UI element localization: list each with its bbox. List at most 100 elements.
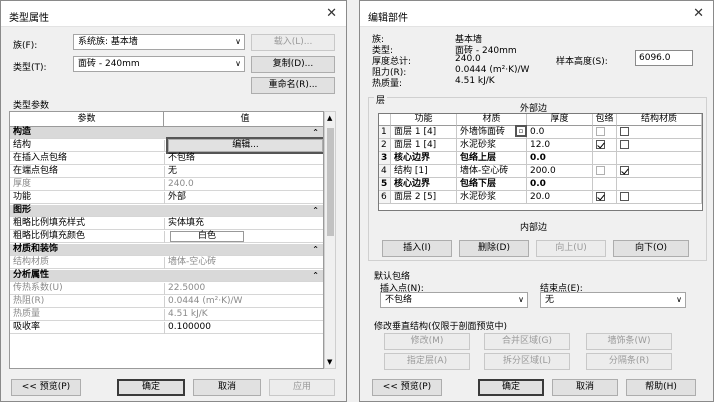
layer-thickness-cell[interactable]: 200.0 xyxy=(527,165,593,177)
layer-thickness-cell[interactable]: 0.0 xyxy=(527,126,593,138)
layer-column-header[interactable]: 厚度 xyxy=(527,114,593,126)
wrap-checkbox[interactable] xyxy=(596,166,605,175)
wall-sweeps-button[interactable]: 墙饰条(W) xyxy=(586,333,672,350)
load-button[interactable]: 载入(L)... xyxy=(251,34,335,51)
collapse-chevron-icon[interactable]: ⌃ xyxy=(312,244,319,255)
apply-button[interactable]: 应用 xyxy=(269,379,335,396)
split-region-button[interactable]: 拆分区域(L) xyxy=(484,353,570,370)
duplicate-button[interactable]: 复制(D)... xyxy=(251,56,335,73)
layer-thickness-cell[interactable]: 0.0 xyxy=(527,152,593,164)
layer-thickness-cell[interactable]: 12.0 xyxy=(527,139,593,151)
layers-group-label: 层 xyxy=(374,93,388,106)
layer-column-header[interactable]: 功能 xyxy=(391,114,457,126)
param-value[interactable]: 4.51 kJ/K xyxy=(168,309,208,320)
close-icon[interactable]: ✕ xyxy=(326,6,337,21)
layer-column-header[interactable]: 结构材质 xyxy=(617,114,702,126)
modify-button[interactable]: 修改(M) xyxy=(384,333,470,350)
collapse-chevron-icon[interactable]: ⌃ xyxy=(312,205,319,216)
move-up-button[interactable]: 向上(U) xyxy=(536,240,606,257)
param-value[interactable]: 实体填充 xyxy=(168,218,204,229)
title-bar: 类型属性 ✕ xyxy=(1,1,346,27)
fill-color-swatch[interactable]: 白色 xyxy=(170,231,244,242)
layer-function-cell[interactable]: 核心边界 xyxy=(391,152,457,164)
preview-button[interactable]: << 预览(P) xyxy=(372,379,442,396)
layer-row[interactable]: 5 核心边界 包络下层 0.0 xyxy=(379,178,702,191)
layer-function-cell[interactable]: 面层 2 [5] xyxy=(391,191,457,203)
layer-thickness-cell[interactable]: 20.0 xyxy=(527,191,593,203)
collapse-chevron-icon[interactable]: ⌃ xyxy=(312,127,319,138)
structural-material-checkbox[interactable] xyxy=(620,127,629,136)
rename-button[interactable]: 重命名(R)... xyxy=(251,77,335,94)
layer-row[interactable]: 4 结构 [1] 墙体-空心砖 200.0 xyxy=(379,165,702,178)
layer-function-cell[interactable]: 面层 1 [4] xyxy=(391,139,457,151)
scroll-up-icon[interactable]: ▲ xyxy=(327,114,332,122)
interior-side-label: 内部边 xyxy=(520,223,548,233)
layer-material-cell[interactable]: 水泥砂浆 xyxy=(457,191,527,203)
type-select[interactable]: 面砖 - 240mm ∨ xyxy=(73,56,245,72)
param-group-row[interactable]: 材质和装饰 ⌃ xyxy=(10,244,323,256)
cancel-button[interactable]: 取消 xyxy=(552,379,618,396)
param-group-row[interactable]: 图形 ⌃ xyxy=(10,205,323,217)
param-value[interactable]: 墙体-空心砖 xyxy=(168,257,216,268)
param-column-header[interactable]: 参数 xyxy=(10,112,164,127)
layer-row[interactable]: 2 面层 1 [4] 水泥砂浆 12.0 xyxy=(379,139,702,152)
column-divider xyxy=(164,140,165,152)
structural-material-checkbox[interactable] xyxy=(620,166,629,175)
assign-layers-button[interactable]: 指定层(A) xyxy=(384,353,470,370)
move-down-button[interactable]: 向下(O) xyxy=(613,240,689,257)
wrap-checkbox[interactable] xyxy=(596,192,605,201)
layer-function-cell[interactable]: 面层 1 [4] xyxy=(391,126,457,138)
scroll-down-icon[interactable]: ▼ xyxy=(327,358,332,366)
layer-function-cell[interactable]: 结构 [1] xyxy=(391,165,457,177)
close-icon[interactable]: ✕ xyxy=(693,6,704,21)
end-point-select[interactable]: 无 ∨ xyxy=(540,292,686,308)
cancel-button[interactable]: 取消 xyxy=(193,379,261,396)
wrap-checkbox[interactable] xyxy=(596,127,605,136)
param-value[interactable]: 22.5000 xyxy=(168,283,205,294)
layer-column-header[interactable]: 包络 xyxy=(593,114,617,126)
param-value[interactable]: 240.0 xyxy=(168,179,194,190)
ok-button[interactable]: 确定 xyxy=(117,379,185,396)
param-value[interactable]: 0.100000 xyxy=(168,322,211,333)
group-name: 构造 xyxy=(13,127,32,137)
sample-height-input[interactable]: 6096.0 xyxy=(635,50,693,66)
dialog-title: 编辑部件 xyxy=(368,13,408,24)
collapse-chevron-icon[interactable]: ⌃ xyxy=(312,270,319,281)
edit-structure-button[interactable]: 编辑... xyxy=(166,137,323,154)
layer-row[interactable]: 1 面层 1 [4] 外墙饰面砖 0.0 ▫ xyxy=(379,125,702,139)
param-group-row[interactable]: 分析属性 ⌃ xyxy=(10,270,323,282)
group-name: 分析属性 xyxy=(13,270,50,280)
layer-row[interactable]: 6 面层 2 [5] 水泥砂浆 20.0 xyxy=(379,191,702,204)
insert-point-select[interactable]: 不包络 ∨ xyxy=(380,292,528,308)
layer-material-cell[interactable]: 包络上层 xyxy=(457,152,527,164)
merge-regions-button[interactable]: 合并区域(G) xyxy=(484,333,570,350)
reveals-button[interactable]: 分隔条(R) xyxy=(586,353,672,370)
layer-struct-cell xyxy=(617,126,702,138)
ok-button[interactable]: 确定 xyxy=(478,379,544,396)
help-button[interactable]: 帮助(H) xyxy=(626,379,696,396)
layer-function-cell[interactable]: 核心边界 xyxy=(391,178,457,190)
layer-thickness-cell[interactable]: 0.0 xyxy=(527,178,593,190)
scrollbar-thumb[interactable] xyxy=(327,128,334,236)
material-browse-icon[interactable]: ▫ xyxy=(515,125,527,137)
param-value[interactable]: 外部 xyxy=(168,192,186,203)
value-column-header[interactable]: 值 xyxy=(165,112,323,127)
vertical-scrollbar[interactable]: ▲ ▼ xyxy=(324,111,336,369)
layer-material-cell[interactable]: 水泥砂浆 xyxy=(457,139,527,151)
param-group-row[interactable]: 构造 ⌃ xyxy=(10,127,323,139)
delete-layer-button[interactable]: 删除(D) xyxy=(459,240,529,257)
param-name: 在插入点包络 xyxy=(13,153,68,163)
param-value[interactable]: 0.0444 (m²·K)/W xyxy=(168,296,242,307)
preview-button[interactable]: << 预览(P) xyxy=(11,379,81,396)
structural-material-checkbox[interactable] xyxy=(620,140,629,149)
param-value[interactable]: 无 xyxy=(168,166,177,177)
structural-material-checkbox[interactable] xyxy=(620,192,629,201)
layer-row[interactable]: 3 核心边界 包络上层 0.0 xyxy=(379,152,702,165)
param-value[interactable]: 不包络 xyxy=(168,153,195,164)
param-name: 传热系数(U) xyxy=(13,283,63,293)
layer-material-cell[interactable]: 包络下层 xyxy=(457,178,527,190)
wrap-checkbox[interactable] xyxy=(596,140,605,149)
layer-material-cell[interactable]: 墙体-空心砖 xyxy=(457,165,527,177)
family-select[interactable]: 系统族: 基本墙 ∨ xyxy=(73,34,245,50)
insert-layer-button[interactable]: 插入(I) xyxy=(382,240,452,257)
